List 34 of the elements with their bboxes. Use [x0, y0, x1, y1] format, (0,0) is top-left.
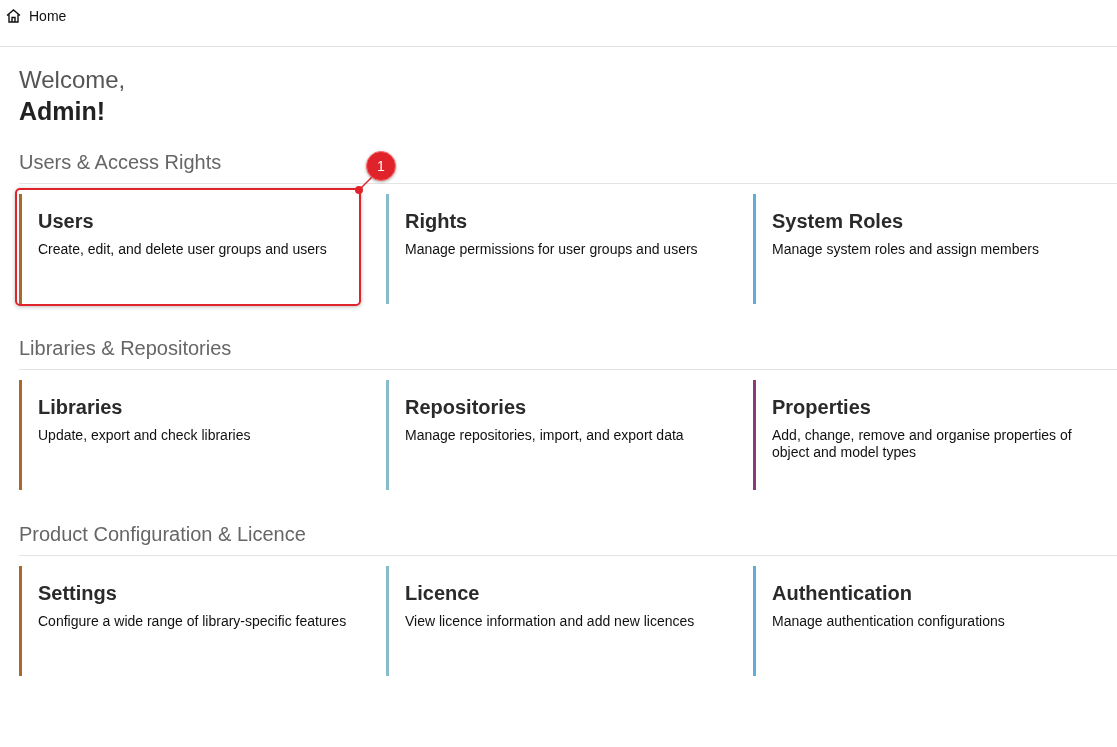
callout-badge: 1 [366, 151, 396, 181]
tile-title: Properties [772, 396, 872, 419]
tile-card[interactable]: Licence View licence information and add new licences [386, 566, 753, 676]
tile-card[interactable]: Authentication Manage authentication configurations [753, 566, 1117, 676]
tile-card[interactable]: Rights Manage permissions for user groups and users [386, 194, 753, 304]
tile-card[interactable]: Users Create, edit, and delete user groups and users [19, 194, 386, 304]
tile-title: System Roles [772, 210, 905, 233]
tile-title: Rights [405, 210, 469, 233]
welcome-text: Welcome, [19, 65, 127, 95]
tile-description: Add, change, remove and organise properties of object and model types [772, 427, 1073, 461]
tile-title: Licence [405, 582, 481, 605]
home-link[interactable]: Home [6, 8, 67, 24]
tile-description: Manage repositories, import, and export data [405, 427, 685, 444]
tile-card[interactable]: Properties Add, change, remove and organise properties of object and model types [753, 380, 1117, 490]
tile-card[interactable]: System Roles Manage system roles and assign members [753, 194, 1117, 304]
tile-card[interactable]: Libraries Update, export and check libraries [19, 380, 386, 490]
user-name: Admin! [19, 96, 107, 127]
home-icon [6, 9, 21, 23]
tile-card[interactable]: Repositories Manage repositories, import, and export data [386, 380, 753, 490]
tile-description: Create, edit, and delete user groups and users [38, 241, 328, 258]
tile-card[interactable]: Settings Configure a wide range of library-specific features [19, 566, 386, 676]
tile-title: Repositories [405, 396, 528, 419]
tile-description: View licence information and add new licences [405, 613, 696, 630]
tile-title: Users [38, 210, 95, 233]
section-title: Product Configuration & Licence [19, 523, 1117, 556]
section-title: Libraries & Repositories [19, 337, 1117, 370]
tile-description: Manage permissions for user groups and users [405, 241, 699, 258]
tile-description: Manage authentication configurations [772, 613, 1006, 630]
tile-title: Authentication [772, 582, 913, 605]
tile-title: Libraries [38, 396, 124, 419]
tile-description: Configure a wide range of library-specific features [38, 613, 348, 630]
tile-title: Settings [38, 582, 118, 605]
tile-description: Manage system roles and assign members [772, 241, 1040, 258]
tile-description: Update, export and check libraries [38, 427, 252, 444]
